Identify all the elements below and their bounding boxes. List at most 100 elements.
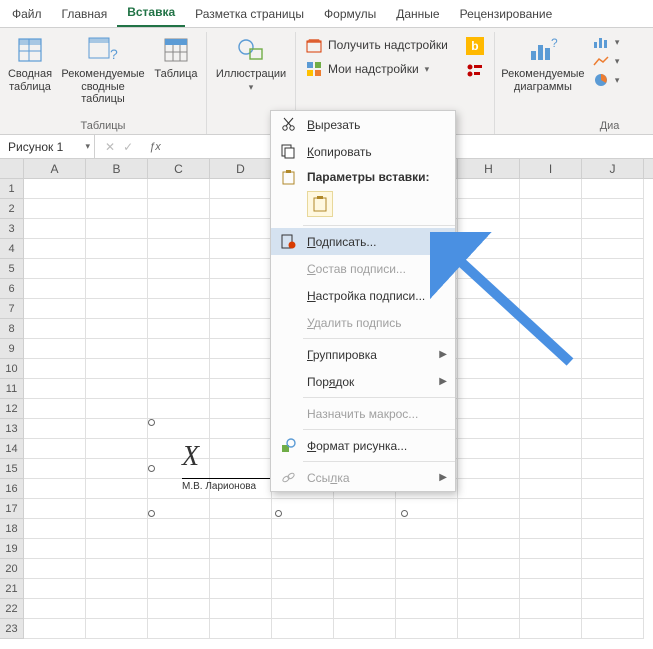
cell[interactable] [86,479,148,499]
cell[interactable] [148,359,210,379]
cell[interactable] [582,599,644,619]
cell[interactable] [210,259,272,279]
cell[interactable] [210,359,272,379]
cell[interactable] [148,539,210,559]
tab-file[interactable]: Файл [2,2,52,27]
cell[interactable] [148,559,210,579]
cell[interactable] [210,619,272,639]
cell[interactable] [520,499,582,519]
cell[interactable] [582,319,644,339]
cell[interactable] [520,379,582,399]
cell[interactable] [24,399,86,419]
people-graph-button[interactable] [462,62,488,80]
cell[interactable] [396,539,458,559]
row-header[interactable]: 2 [0,199,24,219]
cell[interactable] [86,599,148,619]
tab-insert[interactable]: Вставка [117,0,185,27]
cell[interactable] [582,279,644,299]
cell[interactable] [86,399,148,419]
ctx-group[interactable]: Группировка ▶ [271,341,455,368]
get-addins-button[interactable]: Получить надстройки [302,36,452,54]
table-button[interactable]: Таблица [152,32,200,81]
cell[interactable] [148,519,210,539]
cell[interactable] [24,199,86,219]
cell[interactable] [458,399,520,419]
cell[interactable] [86,279,148,299]
row-header[interactable]: 3 [0,219,24,239]
cell[interactable] [86,179,148,199]
cell[interactable] [86,359,148,379]
cell[interactable] [458,379,520,399]
cell[interactable] [210,319,272,339]
cell[interactable] [582,379,644,399]
cell[interactable] [582,299,644,319]
pivot-table-button[interactable]: Сводная таблица [6,32,54,93]
column-header[interactable]: C [148,159,210,178]
cell[interactable] [210,179,272,199]
cell[interactable] [458,459,520,479]
row-header[interactable]: 12 [0,399,24,419]
row-header[interactable]: 21 [0,579,24,599]
cell[interactable] [210,399,272,419]
row-header[interactable]: 17 [0,499,24,519]
ctx-order[interactable]: Порядок ▶ [271,368,455,395]
cell[interactable] [520,479,582,499]
cell[interactable] [396,559,458,579]
cell[interactable] [24,619,86,639]
tab-formulas[interactable]: Формулы [314,2,386,27]
my-addins-button[interactable]: Мои надстройки ▾ [302,60,452,78]
cell[interactable] [396,599,458,619]
cell[interactable] [272,519,334,539]
cell[interactable] [86,499,148,519]
cell[interactable] [582,499,644,519]
illustrations-button[interactable]: Иллюстрации ▾ [213,32,289,93]
cell[interactable] [86,379,148,399]
cell[interactable] [582,579,644,599]
cell[interactable] [272,539,334,559]
cell[interactable] [210,199,272,219]
cell[interactable] [86,539,148,559]
cell[interactable] [520,559,582,579]
enter-icon[interactable]: ✓ [123,140,133,154]
chart-type-line[interactable]: ▾ [589,52,624,70]
row-header[interactable]: 19 [0,539,24,559]
cell[interactable] [334,599,396,619]
cell[interactable] [520,459,582,479]
cell[interactable] [582,399,644,419]
cell[interactable] [582,259,644,279]
cell[interactable] [210,299,272,319]
cell[interactable] [272,559,334,579]
cell[interactable] [24,299,86,319]
chart-type-bar[interactable]: ▾ [589,33,624,51]
cell[interactable] [148,259,210,279]
column-header[interactable]: B [86,159,148,178]
cell[interactable] [520,539,582,559]
row-header[interactable]: 16 [0,479,24,499]
cell[interactable] [582,239,644,259]
cell[interactable] [272,619,334,639]
cell[interactable] [24,579,86,599]
cell[interactable] [210,279,272,299]
cell[interactable] [210,579,272,599]
cell[interactable] [148,239,210,259]
cell[interactable] [24,479,86,499]
bing-maps-button[interactable]: b [462,36,488,56]
row-header[interactable]: 23 [0,619,24,639]
row-header[interactable]: 10 [0,359,24,379]
cell[interactable] [210,599,272,619]
cell[interactable] [210,559,272,579]
cell[interactable] [520,579,582,599]
cell[interactable] [334,559,396,579]
cell[interactable] [520,419,582,439]
row-header[interactable]: 22 [0,599,24,619]
cell[interactable] [582,339,644,359]
cell[interactable] [86,519,148,539]
row-header[interactable]: 14 [0,439,24,459]
cell[interactable] [86,559,148,579]
tab-data[interactable]: Данные [386,2,449,27]
row-header[interactable]: 15 [0,459,24,479]
cell[interactable] [272,599,334,619]
cell[interactable] [334,539,396,559]
cell[interactable] [24,179,86,199]
cell[interactable] [520,599,582,619]
